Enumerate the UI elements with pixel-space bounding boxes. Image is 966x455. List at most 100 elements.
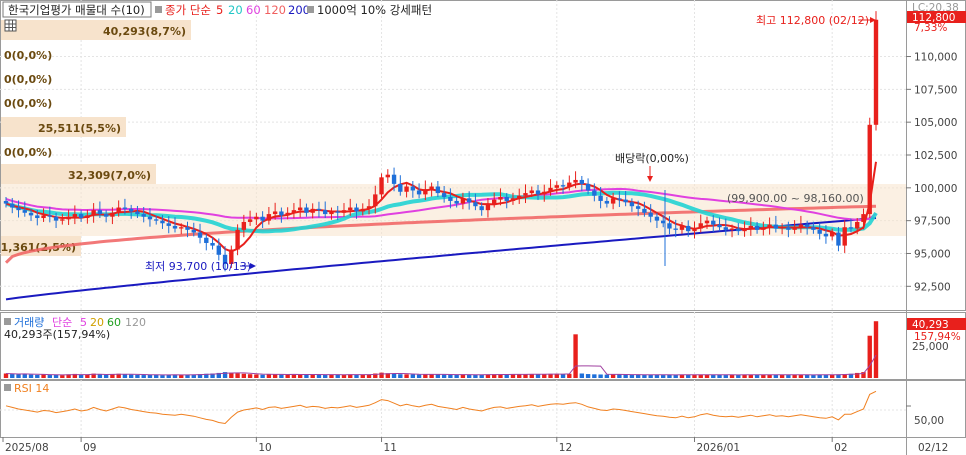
candle-body	[179, 227, 184, 229]
candle-body	[654, 216, 660, 221]
candle-body	[836, 232, 841, 246]
candle-body	[485, 203, 491, 211]
volume-bar	[479, 374, 484, 378]
volume-profile-label: 0(0,0%)	[4, 97, 52, 110]
volume-bar	[723, 375, 728, 378]
candle-body	[78, 214, 84, 219]
candle-body	[604, 200, 610, 204]
candle-body	[673, 228, 678, 230]
candle-body	[410, 186, 416, 191]
volume-bar	[304, 374, 309, 378]
candle-body	[610, 198, 616, 204]
candle-body	[529, 190, 534, 194]
price-tick-label: 100,000	[914, 183, 957, 195]
volume-bar	[654, 374, 660, 378]
legend-swatch-pattern	[307, 6, 314, 13]
volume-bar	[398, 374, 403, 378]
volume-legend: 거래량 단순 5 20 60 120 40,293주(157,94%)	[4, 316, 146, 341]
rsi-legend: RSI 14 50,00	[4, 382, 944, 427]
x-axis-right-label: 02/12	[918, 442, 948, 454]
volume-bar	[60, 375, 65, 378]
volume-bar	[410, 374, 416, 378]
volume-bar	[617, 374, 622, 378]
candle-body	[210, 242, 215, 246]
volume-bar	[829, 374, 835, 378]
volume-bar	[391, 373, 397, 378]
volume-profile-label: 0(0,0%)	[4, 146, 52, 159]
volume-bar	[867, 335, 872, 378]
volume-bar	[316, 374, 322, 378]
candle-body	[160, 220, 165, 224]
grid-toggle-icon[interactable]	[4, 19, 17, 32]
candle-body	[191, 229, 196, 233]
high-annotation: 최고 112,800 (02/12)	[756, 14, 869, 27]
candle-body	[861, 214, 866, 222]
volume-bar	[323, 374, 328, 378]
candle-body	[235, 229, 240, 250]
volume-bar	[786, 375, 791, 378]
rsi-legend-swatch	[4, 384, 11, 391]
candle-body	[623, 199, 628, 203]
candle-body	[91, 210, 96, 216]
candle-body	[535, 190, 541, 195]
candle-body	[204, 237, 209, 243]
candle-body	[517, 195, 522, 199]
candle-body	[110, 212, 115, 217]
candle-body	[717, 224, 722, 228]
candle-body	[435, 186, 441, 194]
volume-bar	[811, 375, 816, 378]
rsi-tick: 50,00	[914, 415, 944, 427]
candle-body	[197, 232, 203, 238]
price-tick-label: 102,500	[914, 150, 957, 162]
candle-body	[373, 194, 378, 207]
candle-body	[448, 197, 453, 201]
candle-body	[398, 183, 403, 192]
volume-bar	[128, 374, 134, 378]
stock-chart[interactable]: 40,293(8,7%) 0(0,0%) 0(0,0%) 0(0,0%) 25,511(…	[0, 0, 966, 455]
candle-body	[754, 225, 760, 230]
volume-bar	[535, 374, 541, 378]
volume-profile-label: 11,361(2,5%)	[0, 241, 76, 254]
candle-body	[723, 227, 728, 230]
candle-body	[216, 245, 221, 255]
volume-bar	[47, 375, 53, 378]
price-tick-label: 95,000	[914, 248, 951, 260]
volume-bar	[623, 374, 628, 378]
volume-bar	[579, 373, 585, 378]
legend-note: 1000억 10% 강세패턴	[317, 3, 432, 17]
candle-body	[692, 228, 697, 232]
candle-body	[811, 227, 816, 230]
candle-body	[10, 203, 15, 208]
volume-bar	[329, 374, 334, 378]
volume-profile-label: 0(0,0%)	[4, 49, 52, 62]
volume-bar	[598, 374, 603, 378]
price-tick-label: 92,500	[914, 281, 951, 293]
volume-bar	[441, 374, 447, 378]
candle-body	[698, 223, 703, 229]
candle-body	[329, 211, 334, 215]
candle-body	[679, 225, 685, 230]
candle-body	[103, 214, 109, 217]
range-annotation: (99,900.00 ~ 98,160.00)	[727, 192, 864, 205]
candle-body	[592, 190, 597, 196]
volume-bar	[241, 373, 247, 378]
volume-profile-label: 25,511(5,5%)	[38, 122, 121, 135]
volume-bar	[435, 374, 441, 378]
volume-bar	[35, 374, 40, 378]
candle-body	[817, 229, 822, 234]
volume-bar	[354, 374, 359, 378]
candle-body	[779, 227, 785, 229]
candle-body	[28, 212, 34, 216]
volume-bar	[235, 373, 240, 378]
candle-body	[279, 211, 284, 216]
candle-body	[385, 174, 390, 178]
candle-body	[798, 224, 804, 228]
x-axis-label: 10	[258, 442, 271, 454]
volume-bar	[85, 374, 90, 378]
candle-body	[473, 202, 478, 207]
candle-body	[761, 227, 766, 230]
candle-body	[704, 220, 710, 224]
volume-bar	[448, 374, 453, 378]
price-change: 7,33%	[914, 22, 947, 34]
candle-body	[247, 219, 253, 222]
